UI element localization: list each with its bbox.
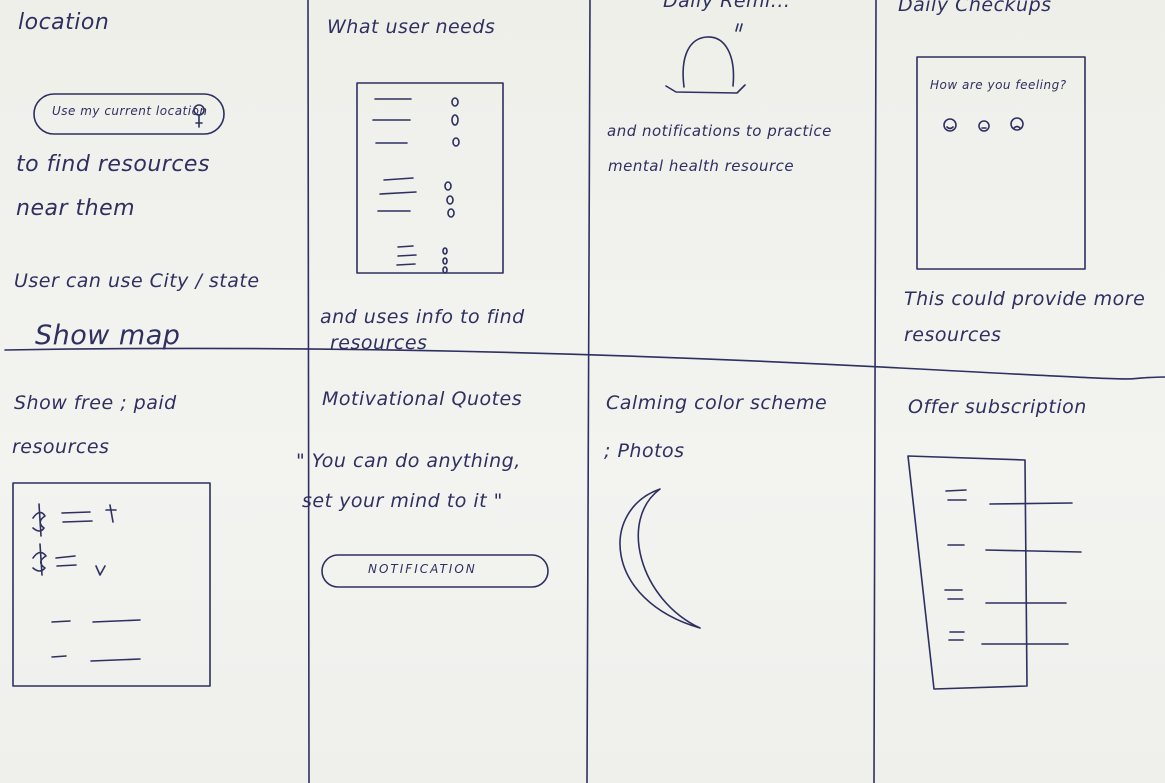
needs-list-wireframe [356, 82, 504, 274]
panel1-line1: to find resources [16, 152, 210, 177]
dollar-icon [32, 503, 46, 537]
sad-face-icon [1010, 117, 1024, 131]
panel2-caption-1: and uses info to find [320, 306, 525, 328]
crescent-moon-icon [619, 488, 701, 629]
smiley-face-icon [943, 118, 957, 132]
panel3-caption-1: and notifications to practice [607, 122, 832, 140]
free-paid-list-wireframe [12, 482, 211, 687]
divider-v2 [586, 0, 591, 783]
panel3-caption-2: mental health resource [608, 157, 795, 175]
panel1-line2: near them [16, 196, 136, 221]
use-location-button-label: Use my current location [52, 104, 208, 118]
panel6-title: Motivational Quotes [322, 388, 523, 410]
dollar-icon [32, 543, 47, 576]
panel5-title: Show free ; paid [14, 392, 177, 414]
divider-v3 [873, 0, 877, 783]
panel4-caption-1: This could provide more [904, 288, 1146, 310]
panel8-title: Offer subscription [908, 396, 1087, 418]
panel7-title2: ; Photos [604, 440, 685, 462]
subscription-list-wireframe [907, 455, 1082, 690]
storyboard-sheet: location Use my current location to find… [0, 0, 1165, 783]
panel7-title: Calming color scheme [606, 392, 828, 414]
panel2-caption-2: resources [330, 332, 428, 354]
panel3-title: Daily Remi... [663, 0, 791, 12]
panel5-title2: resources [12, 436, 110, 458]
panel1-title: location [18, 10, 110, 35]
panel4-caption-2: resources [904, 324, 1002, 346]
feeling-prompt: How are you feeling? [930, 78, 1067, 92]
divider-h [4, 347, 1165, 380]
quote-line-2: set your mind to it " [302, 490, 503, 512]
divider-v1 [307, 0, 310, 783]
notification-button: NOTIFICATION [368, 562, 477, 576]
panel1-line3: User can use City / state [14, 270, 260, 292]
bell-icon [665, 23, 746, 94]
panel4-title: Daily Checkups [898, 0, 1052, 16]
panel1-line4: Show map [35, 320, 181, 351]
neutral-face-icon [978, 120, 990, 132]
panel2-title: What user needs [327, 16, 496, 38]
quote-line-1: " You can do anything, [296, 450, 521, 472]
